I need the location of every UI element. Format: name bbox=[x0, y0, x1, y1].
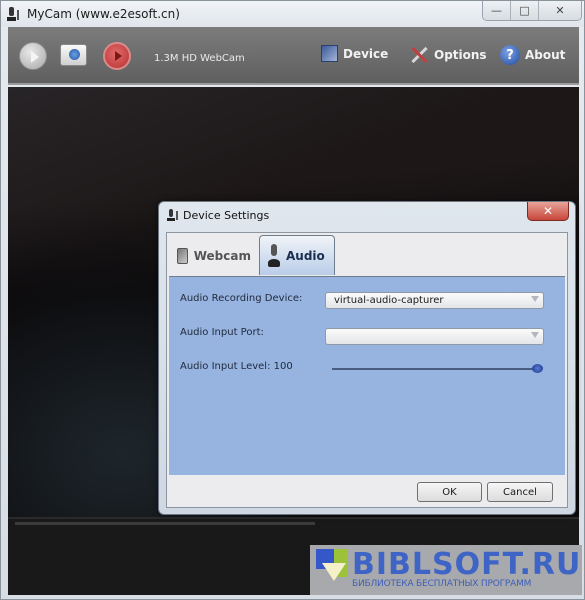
tab-audio[interactable]: Audio bbox=[259, 235, 335, 275]
download-logo-icon bbox=[316, 549, 350, 589]
close-button[interactable]: ✕ bbox=[539, 1, 581, 20]
tab-webcam[interactable]: Webcam bbox=[169, 237, 259, 275]
ok-button[interactable]: OK bbox=[417, 482, 482, 502]
dialog-close-button[interactable]: ✕ bbox=[527, 202, 569, 221]
tab-webcam-label: Webcam bbox=[193, 249, 251, 263]
chevron-down-icon bbox=[531, 332, 539, 338]
close-icon: ✕ bbox=[555, 4, 565, 17]
watermark-subtitle: БИБЛИОТЕКА БЕСПЛАТНЫХ ПРОГРАММ bbox=[352, 579, 532, 589]
play-button[interactable] bbox=[19, 42, 47, 70]
camera-name: 1.3M HD WebCam bbox=[154, 53, 245, 64]
help-icon: ? bbox=[500, 45, 520, 65]
maximize-icon: □ bbox=[519, 4, 530, 17]
options-menu-button[interactable]: Options bbox=[409, 45, 487, 65]
input-level-label: Audio Input Level: 100 bbox=[180, 361, 293, 372]
dialog-app-icon bbox=[167, 209, 178, 221]
input-level-slider-thumb[interactable] bbox=[532, 364, 543, 373]
device-icon bbox=[321, 45, 338, 62]
chevron-down-icon bbox=[531, 296, 539, 302]
about-menu-button[interactable]: ? About bbox=[500, 45, 565, 65]
tab-audio-label: Audio bbox=[286, 248, 325, 263]
recording-device-value: virtual-audio-capturer bbox=[334, 295, 444, 306]
recording-device-label: Audio Recording Device: bbox=[180, 293, 303, 304]
title-bar: MyCam (www.e2esoft.cn) — □ ✕ bbox=[1, 1, 584, 27]
input-port-select[interactable] bbox=[325, 328, 544, 345]
video-progress-line bbox=[15, 522, 315, 525]
toolbar: 1.3M HD WebCam Device Options ? About bbox=[8, 27, 579, 85]
close-icon: ✕ bbox=[542, 204, 554, 218]
minimize-button[interactable]: — bbox=[483, 1, 511, 20]
about-label: About bbox=[525, 48, 566, 62]
cancel-button[interactable]: Cancel bbox=[487, 482, 553, 502]
window-title: MyCam (www.e2esoft.cn) bbox=[27, 7, 180, 21]
microphone-icon bbox=[268, 243, 280, 268]
dialog-title: Device Settings bbox=[183, 209, 270, 222]
device-menu-button[interactable]: Device bbox=[321, 45, 388, 62]
minimize-icon: — bbox=[491, 4, 502, 17]
record-button[interactable] bbox=[103, 42, 131, 70]
recording-device-select[interactable]: virtual-audio-capturer bbox=[325, 292, 544, 309]
input-port-label: Audio Input Port: bbox=[180, 327, 264, 338]
input-level-slider-track[interactable] bbox=[332, 368, 537, 370]
device-label: Device bbox=[343, 46, 389, 61]
tools-icon bbox=[409, 45, 429, 65]
window-controls: — □ ✕ bbox=[482, 1, 582, 21]
options-label: Options bbox=[434, 48, 487, 62]
device-settings-dialog: Device Settings ✕ Webcam Audio OK Cancel bbox=[158, 201, 576, 515]
app-icon bbox=[7, 7, 19, 21]
webcam-icon bbox=[177, 248, 188, 264]
watermark-title: BIBLSOFT.RU bbox=[352, 547, 582, 582]
snapshot-button[interactable] bbox=[60, 44, 87, 66]
watermark-banner: BIBLSOFT.RU БИБЛИОТЕКА БЕСПЛАТНЫХ ПРОГРА… bbox=[310, 545, 582, 595]
maximize-button[interactable]: □ bbox=[511, 1, 539, 20]
